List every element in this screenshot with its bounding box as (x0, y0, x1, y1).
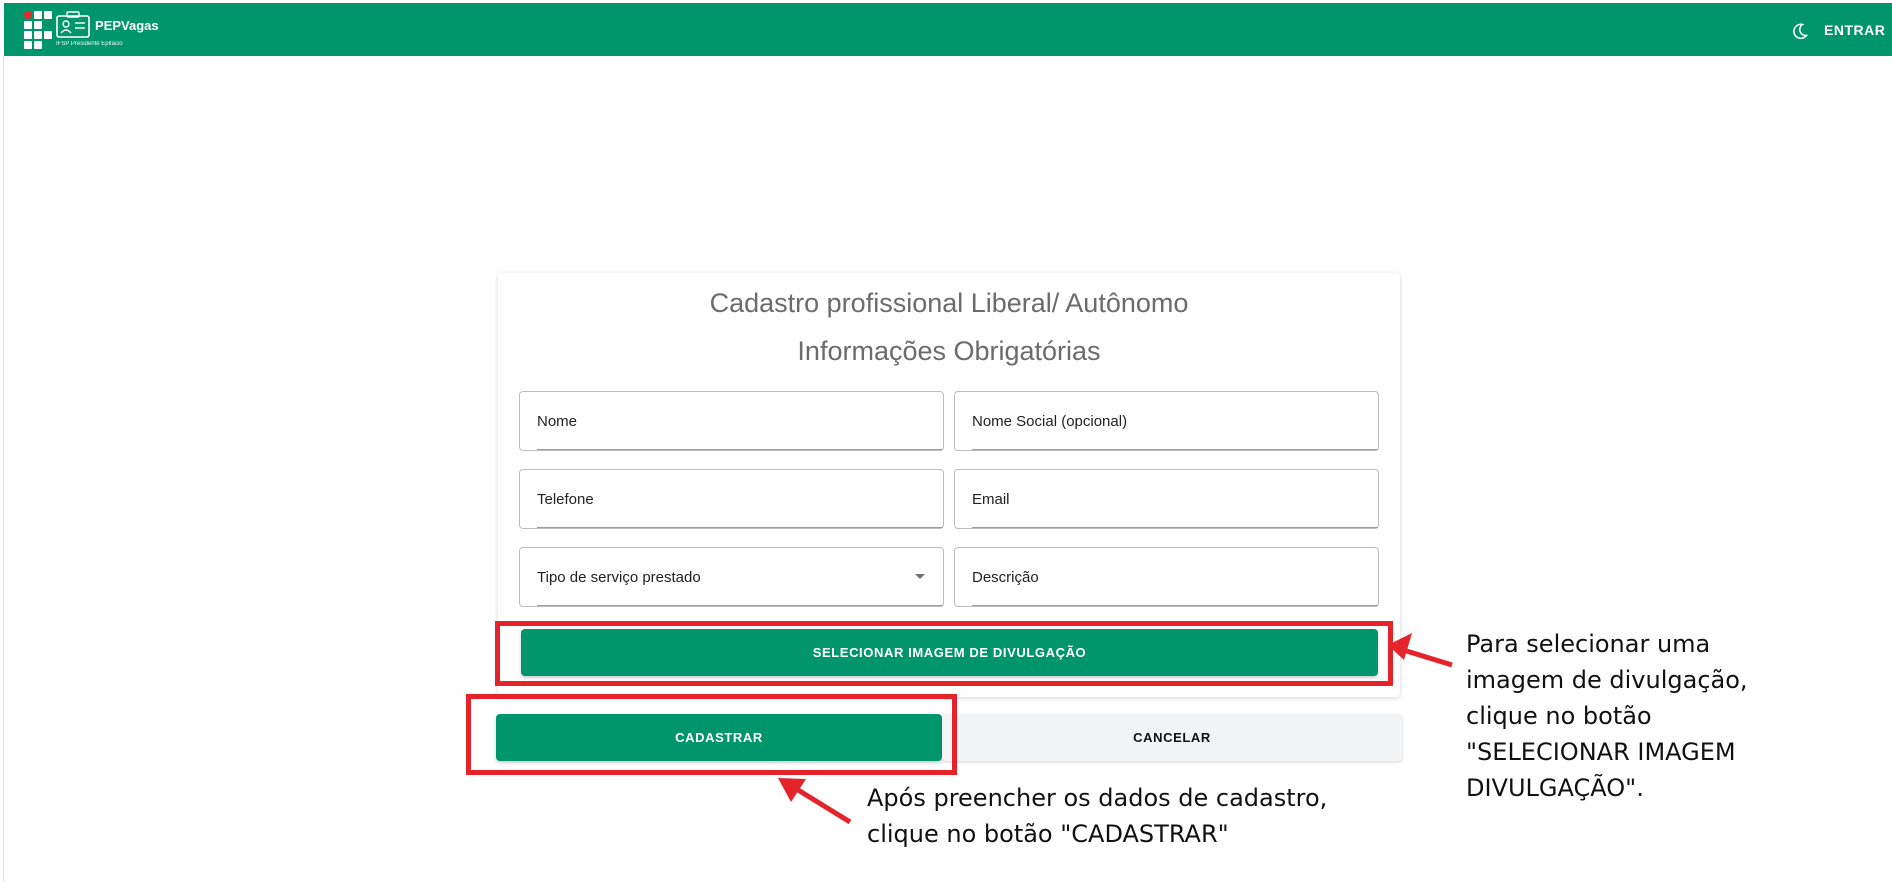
form-title: Cadastro profissional Liberal/ Autônomo (709, 288, 1189, 318)
nome-field[interactable]: Nome (519, 391, 944, 451)
login-button[interactable]: ENTRAR (1824, 22, 1885, 38)
telefone-field[interactable]: Telefone (519, 469, 944, 529)
telefone-field-label: Telefone (537, 491, 594, 508)
select-image-tip: Para selecionar uma imagem de divulgação… (1466, 630, 1748, 802)
submit-highlight (466, 694, 957, 775)
email-field[interactable]: Email (954, 469, 1379, 529)
descricao-field-label: Descrição (972, 569, 1039, 586)
submit-tip: Após preencher os dados de cadastro, cli… (867, 784, 1328, 848)
cancel-button[interactable]: CANCELAR (942, 714, 1402, 761)
nome-field-label: Nome (537, 413, 578, 430)
nome-social-field[interactable]: Nome Social (opcional) (954, 391, 1379, 451)
descricao-field[interactable]: Descrição (954, 547, 1379, 607)
brand-subtitle: IFSP Presidente Epitácio (56, 41, 123, 47)
dropdown-arrow-icon[interactable] (915, 574, 925, 579)
top-app-bar: PEPVagas IFSP Presidente Epitácio ENTRAR (4, 3, 1892, 56)
email-field-label: Email (972, 491, 1010, 508)
page: PEPVagas IFSP Presidente Epitácio ENTRAR… (0, 0, 1892, 882)
page-border (3, 56, 4, 882)
tipo-servico-select[interactable]: Tipo de serviço prestado (519, 547, 944, 607)
moon-icon[interactable] (1790, 21, 1810, 41)
arrow-left-icon (778, 778, 806, 802)
badge-icon (56, 11, 90, 38)
nome-social-field-label: Nome Social (opcional) (972, 413, 1128, 430)
tipo-servico-select-label: Tipo de serviço prestado (537, 569, 701, 586)
select-image-highlight (495, 621, 1393, 686)
brand-name[interactable]: PEPVagas (95, 18, 159, 33)
ifsp-logo[interactable] (24, 11, 54, 49)
form-subtitle: Informações Obrigatórias (797, 336, 1101, 366)
